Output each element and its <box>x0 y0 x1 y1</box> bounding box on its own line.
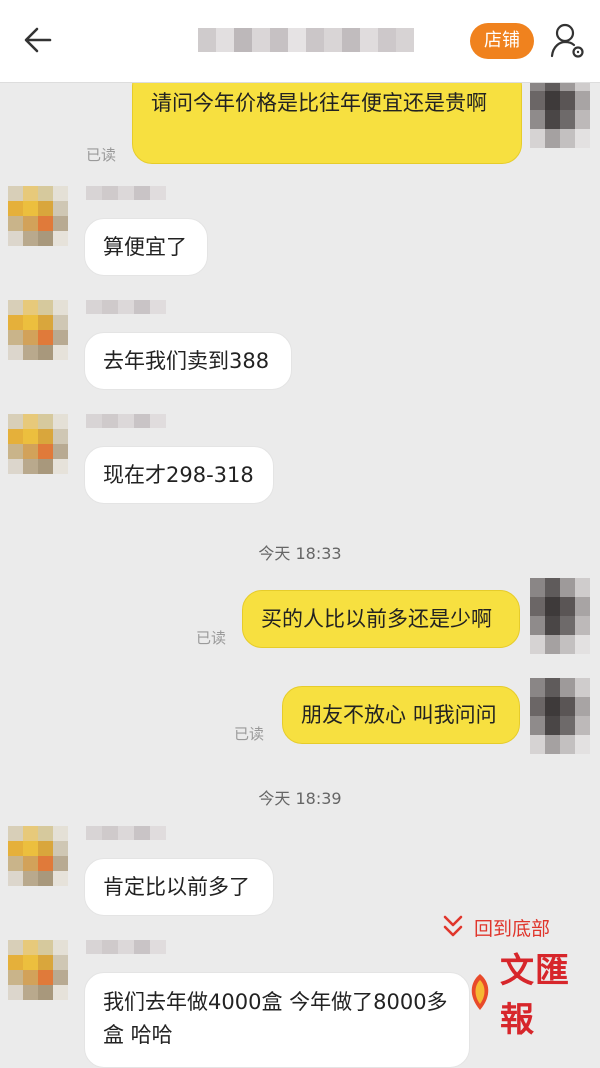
timestamp: 今天 18:33 <box>258 544 342 563</box>
contact-name-blurred <box>86 826 166 840</box>
watermark-text: 文匯報 <box>500 951 570 1040</box>
double-chevron-down-icon <box>440 912 466 942</box>
message-bubble-incoming[interactable]: 肯定比以前多了 <box>84 858 274 916</box>
contact-name-blurred <box>86 414 166 428</box>
avatar-contact <box>8 414 68 474</box>
avatar-contact <box>8 186 68 246</box>
message-bubble-incoming[interactable]: 去年我们卖到388 <box>84 332 292 390</box>
timestamp: 今天 18:39 <box>258 789 342 808</box>
contact-name-blurred <box>86 940 166 954</box>
contact-name-blurred <box>86 300 166 314</box>
avatar-self <box>530 678 590 754</box>
avatar-self <box>530 578 590 654</box>
avatar-contact <box>8 940 68 1000</box>
newspaper-watermark: 文匯報 <box>464 951 600 1040</box>
avatar-contact <box>8 300 68 360</box>
read-status: 已读 <box>196 629 227 647</box>
contact-name-blurred <box>86 186 166 200</box>
contact-name-blurred <box>198 28 414 52</box>
message-bubble-outgoing[interactable]: 买的人比以前多还是少啊 <box>242 590 520 648</box>
wenweipo-logo-icon <box>464 972 496 1012</box>
shop-button[interactable]: 店铺 <box>470 23 534 59</box>
message-bubble-incoming[interactable]: 现在才298-318 <box>84 446 274 504</box>
avatar-self <box>530 72 590 148</box>
avatar-contact <box>8 826 68 886</box>
message-bubble-outgoing[interactable]: 朋友不放心 叫我问问 <box>282 686 520 744</box>
back-arrow-icon[interactable] <box>20 22 56 58</box>
read-status: 已读 <box>234 725 265 743</box>
message-bubble-incoming[interactable]: 算便宜了 <box>84 218 208 276</box>
read-status: 已读 <box>86 146 117 164</box>
user-settings-icon[interactable] <box>550 22 586 60</box>
back-to-bottom-label: 回到底部 <box>474 917 551 940</box>
message-bubble-incoming[interactable]: 我们去年做4000盒 今年做了8000多盒 哈哈 <box>84 972 470 1068</box>
chat-header: 店铺 <box>0 0 600 83</box>
